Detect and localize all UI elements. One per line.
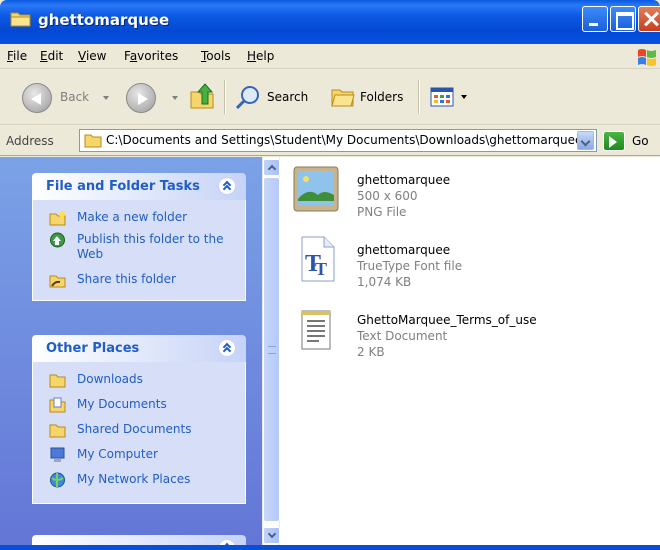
folder-icon [49,374,66,388]
views-dropdown-icon[interactable] [461,95,467,99]
panel-title: File and Folder Tasks [46,179,200,194]
menu-favorites[interactable]: Favorites [124,49,178,63]
new-folder-icon [49,211,66,226]
folders-icon[interactable] [330,85,356,109]
panel-body: Downloads My Documents Shared Documents [32,362,246,504]
window-title: ghettomarquee [38,11,170,29]
folder-icon [49,424,66,438]
image-file-icon [293,166,339,212]
toolbar-separator [418,80,419,114]
address-label: Address [6,134,54,148]
file-folder-tasks-panel: File and Folder Tasks Make a new folder [32,173,246,301]
address-dropdown-button[interactable] [577,131,594,150]
collapse-chevron-icon[interactable] [218,177,236,195]
folders-button-label[interactable]: Folders [360,90,403,104]
folder-icon [10,12,31,27]
close-button[interactable] [638,6,660,32]
standard-toolbar: Back Search Folders [0,70,660,125]
go-arrow-icon[interactable] [603,131,625,151]
task-publish-web[interactable]: Publish this folder to the Web [33,230,245,270]
task-share-folder[interactable]: Share this folder [33,270,245,292]
folder-icon [84,134,102,148]
collapse-chevron-icon[interactable] [218,339,236,357]
svg-text:T: T [315,259,327,279]
scroll-thumb[interactable] [263,177,280,522]
menu-bar: File Edit View Favorites Tools Help [0,44,660,69]
title-bar[interactable]: ghettomarquee [0,0,660,44]
windows-logo-icon [638,49,656,66]
back-arrow-icon[interactable] [22,83,52,113]
explorer-window: ghettomarquee File Edit View Favorites T… [0,0,660,550]
menu-edit[interactable]: Edit [40,49,63,63]
place-shared-documents[interactable]: Shared Documents [33,420,245,445]
file-item-png[interactable]: ghettomarquee 500 x 600 PNG File [292,165,652,225]
task-pane: File and Folder Tasks Make a new folder [0,157,262,550]
font-file-icon: T T [301,236,335,282]
panel-header[interactable]: File and Folder Tasks [32,173,246,200]
maximize-button[interactable] [610,6,636,32]
go-button-label[interactable]: Go [632,134,649,148]
computer-icon [50,447,65,462]
text-document-icon [301,310,331,350]
window-frame-bottom [0,545,660,550]
file-item-font[interactable]: T T ghettomarquee TrueType Font file 1,0… [292,235,652,295]
forward-dropdown-icon[interactable] [172,96,178,100]
search-button-label[interactable]: Search [267,90,308,104]
panel-header[interactable]: Other Places [32,335,246,362]
place-my-documents[interactable]: My Documents [33,395,245,420]
address-path[interactable]: C:\Documents and Settings\Student\My Doc… [106,133,582,147]
place-my-network-places[interactable]: My Network Places [33,470,245,495]
toolbar-separator [224,80,225,114]
file-list: ghettomarquee 500 x 600 PNG File T T ghe… [280,157,660,545]
network-icon [50,472,65,488]
my-documents-icon [49,397,66,413]
menu-tools[interactable]: Tools [201,49,231,63]
other-places-panel: Other Places Downloads My Documents Shar… [32,335,246,504]
address-field[interactable]: C:\Documents and Settings\Student\My Doc… [79,129,597,152]
menu-help[interactable]: Help [247,49,274,63]
place-my-computer[interactable]: My Computer [33,445,245,470]
address-bar: Address C:\Documents and Settings\Studen… [0,126,660,156]
forward-arrow-icon[interactable] [126,83,156,113]
scroll-up-icon[interactable] [263,159,280,176]
panel-body: Make a new folder Publish this folder to… [32,200,246,301]
menu-file[interactable]: File [7,49,27,63]
scroll-down-icon[interactable] [263,527,280,544]
menu-view[interactable]: View [78,49,106,63]
panel-title: Other Places [46,341,140,356]
task-make-new-folder[interactable]: Make a new folder [33,208,245,230]
file-item-text[interactable]: GhettoMarquee_Terms_of_use Text Document… [292,305,652,365]
task-pane-scrollbar[interactable] [262,157,280,545]
place-downloads[interactable]: Downloads [33,370,245,395]
up-folder-icon[interactable] [188,82,216,112]
scroll-grip-icon [268,346,276,354]
views-icon[interactable] [430,87,454,107]
search-icon[interactable] [234,84,262,112]
publish-web-icon [50,232,65,248]
minimize-button[interactable] [582,6,608,32]
back-dropdown-icon[interactable] [103,96,109,100]
share-folder-icon [49,275,66,288]
back-button-label[interactable]: Back [60,90,89,104]
